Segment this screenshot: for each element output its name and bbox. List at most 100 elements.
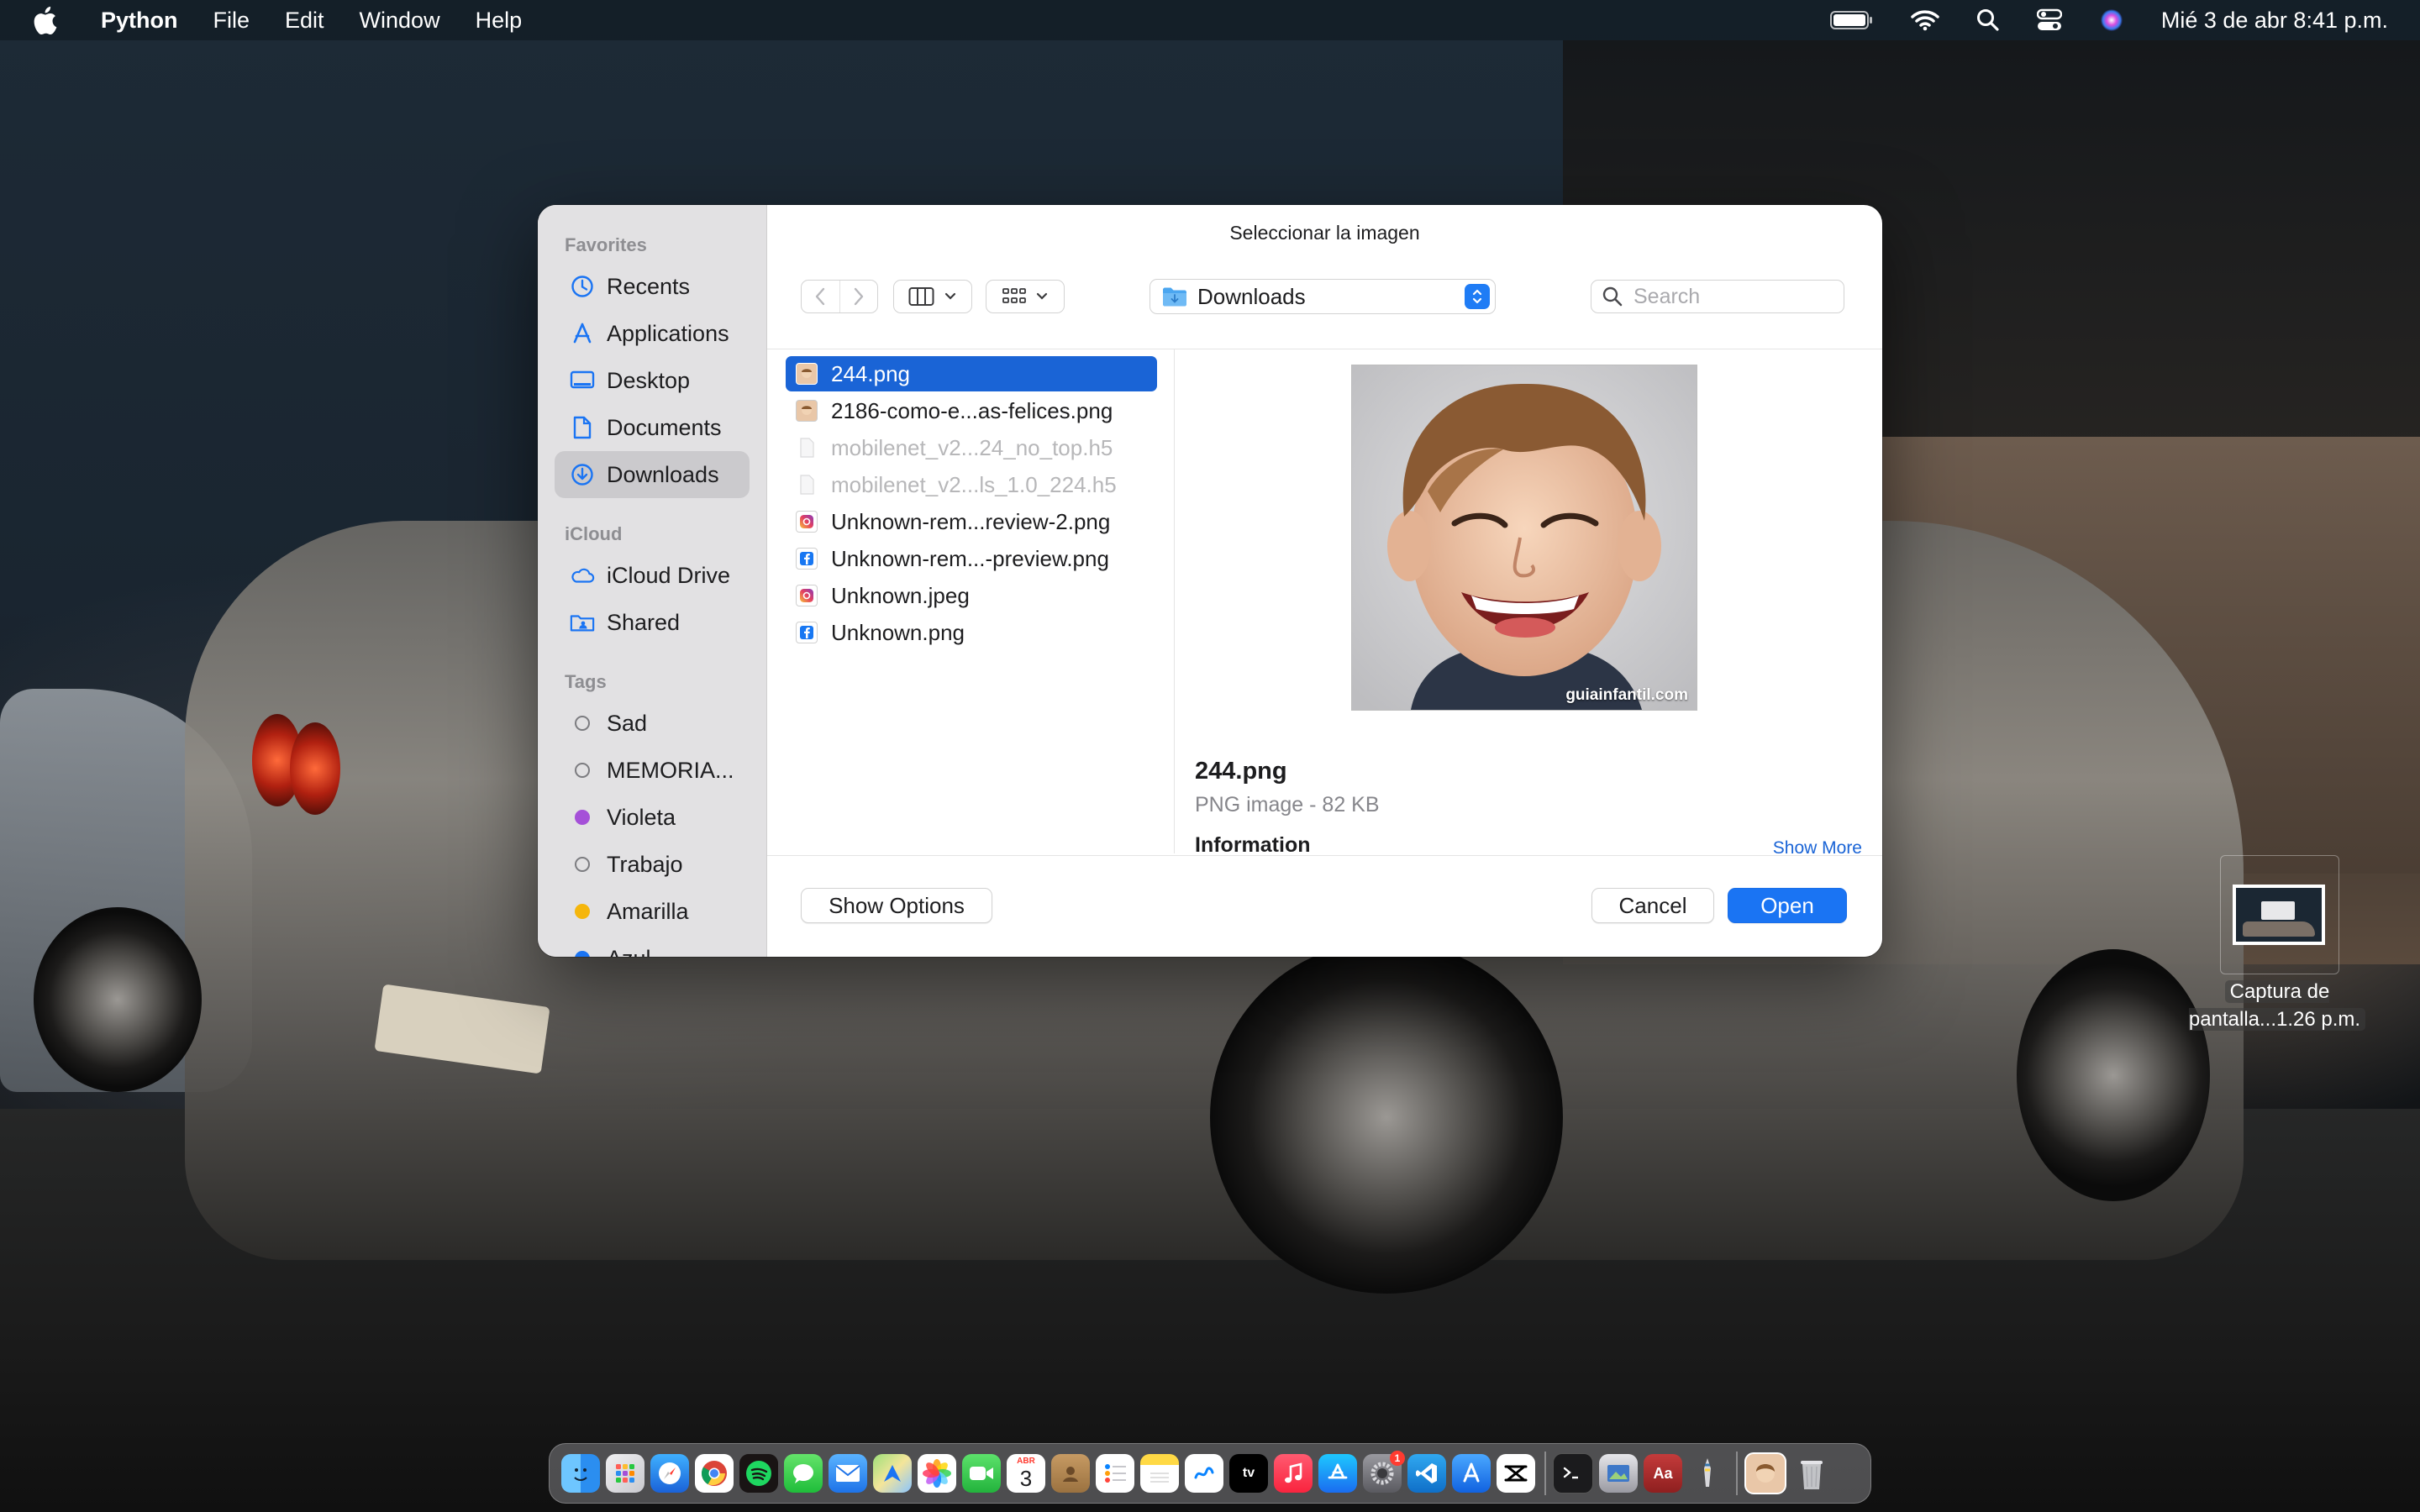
calendar-icon[interactable]: ABR 3	[1007, 1454, 1045, 1493]
settings-badge: 1	[1390, 1451, 1405, 1466]
menubar-clock[interactable]: Mié 3 de abr 8:41 p.m.	[2161, 8, 2388, 34]
sidebar-tag-memoria[interactable]: MEMORIA...	[538, 747, 766, 794]
sidebar-item-icloud-drive[interactable]: iCloud Drive	[538, 552, 766, 599]
sidebar-item-label: iCloud Drive	[607, 562, 731, 588]
group-by-button[interactable]	[986, 280, 1065, 313]
open-button[interactable]: Open	[1728, 888, 1847, 923]
spotify-icon[interactable]	[739, 1454, 778, 1493]
download-icon	[570, 462, 595, 487]
file-row-unknown-jpeg[interactable]: Unknown.jpeg	[786, 578, 1157, 613]
file-row-mobilenet-1: mobilenet_v2...24_no_top.h5	[786, 430, 1157, 465]
sidebar-item-shared[interactable]: Shared	[538, 599, 766, 646]
screenshot-label-text: Captura de pantalla...1.26 p.m.	[2188, 980, 2366, 1031]
menu-app-name[interactable]: Python	[101, 8, 178, 34]
sidebar-item-documents[interactable]: Documents	[538, 404, 766, 451]
file-row-unknown-preview[interactable]: Unknown-rem...-preview.png	[786, 541, 1157, 576]
popup-stepper-icon	[1465, 284, 1490, 309]
system-settings-icon[interactable]: 1	[1363, 1451, 1405, 1493]
wifi-icon[interactable]	[1911, 9, 1939, 31]
sidebar-item-label: Downloads	[607, 461, 719, 487]
contacts-icon[interactable]	[1051, 1454, 1090, 1493]
file-row-unknown-review-2[interactable]: Unknown-rem...review-2.png	[786, 504, 1157, 539]
python-launcher-icon[interactable]	[1688, 1454, 1727, 1493]
calendar-day: 3	[1019, 1466, 1033, 1491]
file-row-2186-png[interactable]: 2186-como-e...as-felices.png	[786, 393, 1157, 428]
sidebar-tag-azul[interactable]: Azul	[538, 935, 766, 957]
chrome-icon[interactable]	[695, 1454, 734, 1493]
facetime-icon[interactable]	[962, 1454, 1001, 1493]
menu-edit[interactable]: Edit	[285, 8, 324, 34]
location-popup[interactable]: Downloads	[1150, 279, 1496, 314]
sidebar-item-desktop[interactable]: Desktop	[538, 357, 766, 404]
recent-image-thumb-icon[interactable]	[1744, 1452, 1786, 1494]
battery-icon[interactable]	[1829, 10, 1874, 30]
show-more-link[interactable]: Show More	[1773, 838, 1862, 853]
sidebar-item-label: MEMORIA...	[607, 757, 734, 783]
tag-dot-icon	[570, 758, 595, 783]
file-name: mobilenet_v2...ls_1.0_224.h5	[831, 471, 1117, 497]
menu-window[interactable]: Window	[360, 8, 440, 34]
sidebar-item-downloads[interactable]: Downloads	[555, 451, 750, 498]
messages-icon[interactable]	[784, 1454, 823, 1493]
control-center-icon[interactable]	[2036, 8, 2062, 32]
tag-dot-icon	[570, 899, 595, 924]
file-name: Unknown-rem...review-2.png	[831, 508, 1111, 534]
vscode-icon[interactable]	[1407, 1454, 1446, 1493]
cloud-icon	[570, 563, 595, 588]
forward-button[interactable]	[840, 281, 878, 312]
siri-icon[interactable]	[2099, 8, 2124, 33]
music-icon[interactable]	[1274, 1454, 1313, 1493]
facebook-icon	[796, 622, 818, 643]
search-field[interactable]: Search	[1591, 280, 1844, 313]
sidebar-tag-trabajo[interactable]: Trabajo	[538, 841, 766, 888]
app-store-icon[interactable]	[1318, 1454, 1357, 1493]
file-name: Unknown.png	[831, 619, 965, 645]
sidebar-item-label: Documents	[607, 414, 722, 440]
desktop-screenshot-label[interactable]: Captura de pantalla...1.26 p.m.	[2176, 978, 2378, 1033]
cancel-button[interactable]: Cancel	[1591, 888, 1714, 923]
file-row-unknown-png[interactable]: Unknown.png	[786, 615, 1157, 650]
preview-image: guiainfantil.com	[1351, 365, 1697, 711]
sidebar-tag-sad[interactable]: Sad	[538, 700, 766, 747]
reminders-icon[interactable]	[1096, 1454, 1134, 1493]
maps-icon[interactable]	[873, 1454, 912, 1493]
sidebar-item-applications[interactable]: Applications	[538, 310, 766, 357]
menu-file[interactable]: File	[213, 8, 250, 34]
xcode-instruments-icon[interactable]	[1452, 1454, 1491, 1493]
launchpad-icon[interactable]	[606, 1454, 644, 1493]
terminal-icon[interactable]	[1553, 1453, 1593, 1494]
menu-help[interactable]: Help	[476, 8, 523, 34]
capcut-icon[interactable]	[1497, 1454, 1535, 1493]
sidebar-tag-amarilla[interactable]: Amarilla	[538, 888, 766, 935]
sidebar-tag-violeta[interactable]: Violeta	[538, 794, 766, 841]
freeform-icon[interactable]	[1185, 1454, 1223, 1493]
screenshot-thumbnail	[2233, 885, 2325, 945]
preview-watermark: guiainfantil.com	[1565, 686, 1688, 704]
trash-icon[interactable]	[1792, 1454, 1831, 1493]
spotlight-search-icon[interactable]	[1976, 8, 2000, 32]
safari-icon[interactable]	[650, 1454, 689, 1493]
finder-icon[interactable]	[561, 1454, 600, 1493]
preview-file-name: 244.png	[1195, 758, 1287, 785]
dialog-title: Seleccionar la imagen	[1229, 222, 1420, 244]
location-label: Downloads	[1197, 283, 1306, 309]
notes-icon[interactable]	[1140, 1454, 1179, 1493]
apple-logo-icon[interactable]	[32, 6, 57, 35]
preview-app-icon[interactable]	[1599, 1454, 1638, 1493]
dialog-bottom-bar: Show Options Cancel Open	[767, 855, 1882, 957]
applications-icon	[570, 321, 595, 346]
file-name: mobilenet_v2...24_no_top.h5	[831, 434, 1113, 460]
mail-icon[interactable]	[829, 1454, 867, 1493]
dictionary-icon[interactable]: Aa	[1644, 1454, 1682, 1493]
desktop-screenshot-file[interactable]	[2220, 855, 2339, 974]
photos-icon[interactable]	[918, 1454, 956, 1493]
view-mode-button[interactable]	[893, 280, 972, 313]
apple-tv-icon[interactable]: tv	[1229, 1454, 1268, 1493]
show-options-button[interactable]: Show Options	[801, 888, 992, 923]
file-row-244-png[interactable]: 244.png	[786, 356, 1157, 391]
photo-thumb-icon	[796, 400, 818, 422]
columns-view-icon	[908, 287, 934, 306]
nav-buttons	[801, 280, 878, 313]
sidebar-item-recents[interactable]: Recents	[538, 263, 766, 310]
back-button[interactable]	[802, 281, 840, 312]
